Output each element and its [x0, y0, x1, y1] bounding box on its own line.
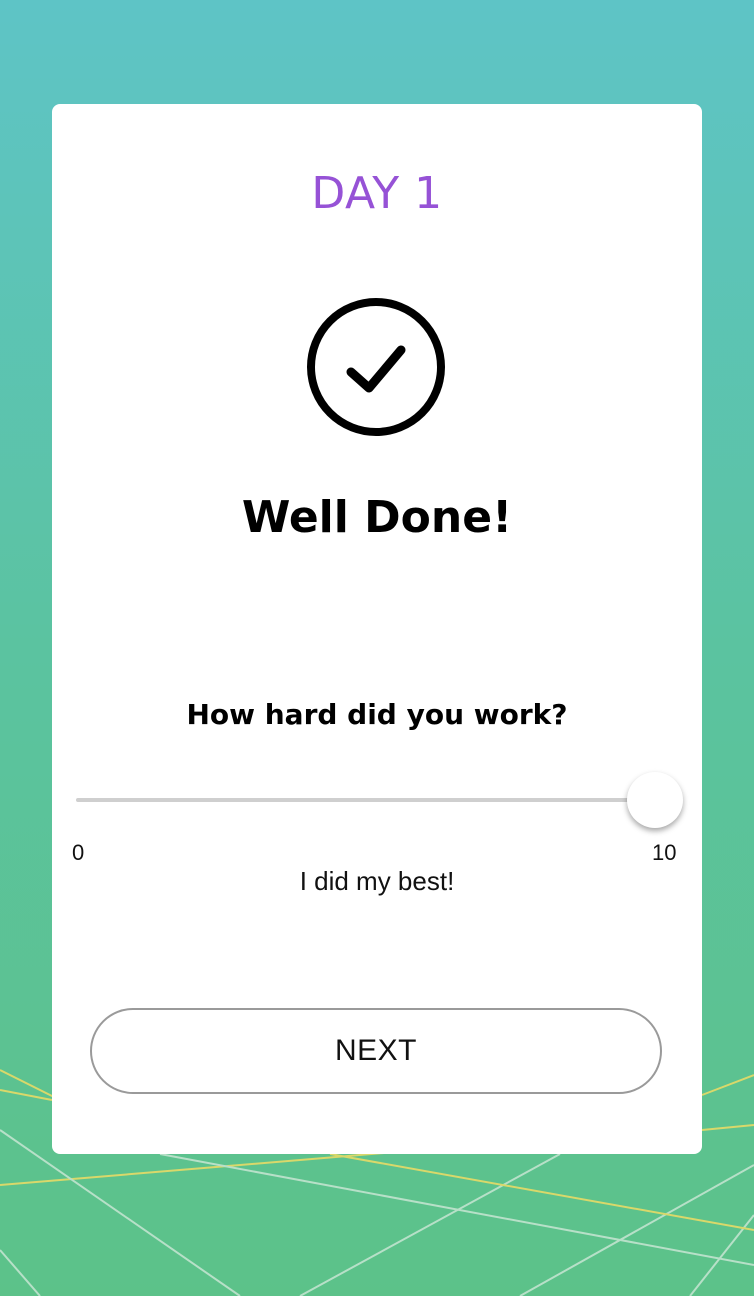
effort-question: How hard did you work? — [186, 698, 568, 731]
next-button[interactable]: NEXT — [90, 1008, 662, 1094]
slider-max-label: 10 — [652, 840, 677, 865]
effort-level-text: I did my best! — [299, 866, 455, 896]
check-circle-icon — [307, 298, 445, 436]
well-done-heading: Well Done! — [241, 492, 513, 543]
day-title: DAY 1 — [311, 168, 443, 219]
slider-track[interactable] — [76, 798, 656, 802]
slider-thumb[interactable] — [627, 772, 683, 828]
completion-card — [52, 104, 702, 1154]
slider-min-label: 0 — [72, 840, 85, 865]
effort-slider[interactable] — [76, 770, 684, 830]
